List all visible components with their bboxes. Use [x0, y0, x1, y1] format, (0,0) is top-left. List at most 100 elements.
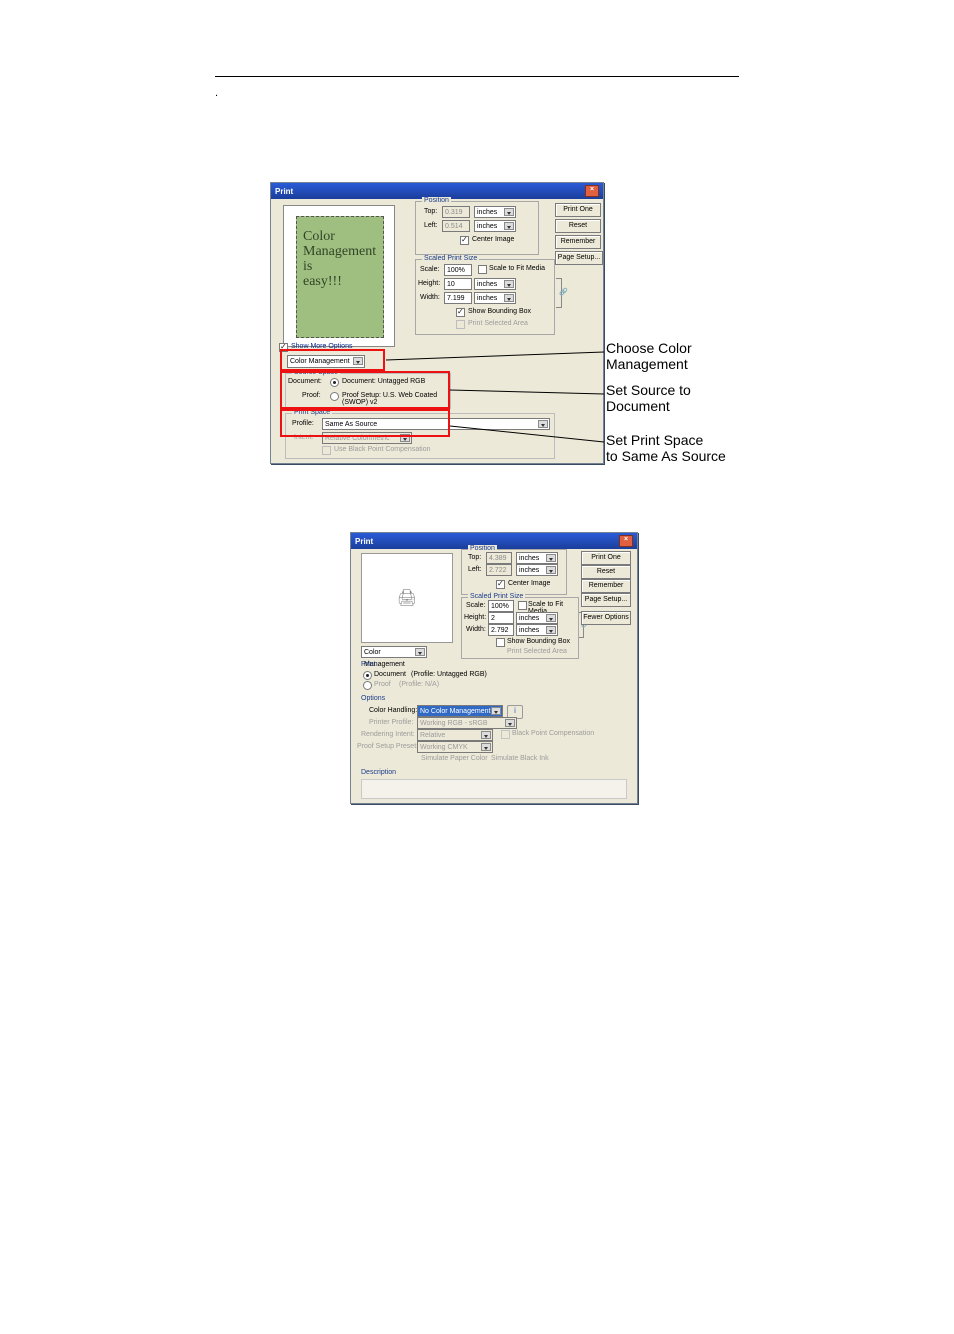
left-field[interactable]: 0.514	[442, 220, 470, 232]
highlight-color-management	[280, 349, 385, 371]
color-handling-label: Color Handling:	[369, 707, 417, 714]
center-image-label: Center Image	[472, 236, 514, 243]
highlight-print-space	[280, 409, 450, 437]
print-one-button[interactable]: Print One	[555, 203, 601, 217]
remember-button[interactable]: Remember	[555, 235, 601, 249]
page-setup-button[interactable]: Page Setup...	[555, 251, 603, 265]
width-field[interactable]: 2.792	[488, 624, 514, 636]
center-image-checkbox[interactable]	[460, 236, 469, 245]
top-label: Top:	[468, 554, 481, 561]
sim-black-label: Simulate Black Ink	[491, 755, 549, 762]
scale-label: Scale:	[466, 602, 485, 609]
color-handling-select[interactable]: No Color Management	[417, 705, 503, 717]
printer-profile-select: Working RGB - sRGB IEC61966-2.1	[417, 717, 517, 729]
reset-button[interactable]: Reset	[581, 565, 631, 579]
options-legend: Options	[361, 695, 385, 702]
height-label: Height:	[464, 614, 486, 621]
proof-setup-select: Working CMYK	[417, 741, 493, 753]
bpc-checkbox	[501, 730, 510, 739]
position-legend: Position	[468, 545, 497, 552]
document-profile: (Profile: Untagged RGB)	[411, 671, 487, 678]
left-label: Left:	[424, 222, 438, 229]
width-field[interactable]: 7.199	[444, 292, 472, 304]
proof-radio[interactable]	[363, 681, 372, 690]
rendering-intent-select: Relative Colorimetric	[417, 729, 493, 741]
left-unit-select[interactable]: inches	[516, 564, 558, 576]
page-subtitle: .	[215, 87, 954, 99]
scaled-legend: Scaled Print Size	[468, 593, 525, 600]
top-label: Top:	[424, 208, 437, 215]
preview-text: Color Management is easy!!!	[303, 229, 376, 289]
width-label: Width:	[466, 626, 486, 633]
print-sel-label: Print Selected Area	[507, 648, 567, 655]
height-label: Height:	[418, 280, 440, 287]
document-radio[interactable]	[363, 671, 372, 680]
close-icon[interactable]: ×	[619, 535, 633, 547]
fewer-options-button[interactable]: Fewer Options	[581, 611, 631, 625]
print-dialog-cs2: Print × 🖨 Position Top: 4.389 inches Lef…	[350, 532, 638, 804]
position-group: Position Top: 0.319 inches Left: 0.514 i…	[415, 201, 539, 255]
rendering-intent-label: Rendering Intent:	[361, 731, 415, 738]
height-field[interactable]: 2	[488, 612, 514, 624]
proof-radio-label: Proof	[374, 681, 391, 688]
height-field[interactable]: 10	[444, 278, 472, 290]
page-setup-button[interactable]: Page Setup...	[581, 593, 631, 607]
print-preview: 🖨	[361, 553, 453, 643]
annotation-set-source: Set Source toDocument	[606, 382, 691, 414]
bpc-checkbox	[322, 446, 331, 455]
print-one-button[interactable]: Print One	[581, 551, 631, 565]
annotation-set-print-space: Set Print Spaceto Same As Source	[606, 432, 726, 464]
top-field[interactable]: 4.389	[486, 552, 512, 564]
show-bb-checkbox[interactable]	[456, 308, 465, 317]
fit-media-checkbox[interactable]	[478, 265, 487, 274]
print-preview: Color Management is easy!!!	[283, 205, 395, 347]
scaled-group: Scaled Print Size Scale: 100% Scale to F…	[415, 259, 555, 335]
position-group: Position Top: 4.389 inches Left: 2.722 i…	[461, 549, 567, 595]
printer-profile-label: Printer Profile:	[369, 719, 413, 726]
close-icon[interactable]: ×	[585, 185, 599, 197]
link-icon[interactable]: 🔗	[559, 288, 568, 296]
top-field[interactable]: 0.319	[442, 206, 470, 218]
figure-1: Print × Color Management is easy!!! Posi…	[270, 182, 740, 482]
scaled-group: Scaled Print Size Scale: 100% Scale to F…	[461, 597, 579, 659]
fit-media-checkbox[interactable]	[518, 601, 527, 610]
section-select[interactable]: Color Management	[361, 646, 427, 658]
height-unit-select[interactable]: inches	[474, 278, 516, 290]
print-legend: Print	[361, 661, 375, 668]
document-radio-label: Document	[374, 671, 406, 678]
dialog-title: Print	[275, 187, 293, 196]
width-label: Width:	[420, 294, 440, 301]
proof-setup-label: Proof Setup Preset:	[357, 743, 418, 750]
show-bb-checkbox[interactable]	[496, 638, 505, 647]
scaled-legend: Scaled Print Size	[422, 255, 479, 262]
show-bb-label: Show Bounding Box	[468, 308, 531, 315]
bpc-label: Black Point Compensation	[512, 730, 594, 737]
reset-button[interactable]: Reset	[555, 219, 601, 233]
width-unit-select[interactable]: inches	[516, 624, 558, 636]
height-unit-select[interactable]: inches	[516, 612, 558, 624]
scale-field[interactable]: 100%	[444, 264, 472, 276]
description-box	[361, 779, 627, 799]
description-label: Description	[361, 769, 396, 776]
scale-field[interactable]: 100%	[488, 600, 514, 612]
left-label: Left:	[468, 566, 482, 573]
left-field[interactable]: 2.722	[486, 564, 512, 576]
fit-media-label: Scale to Fit Media	[489, 265, 545, 272]
left-unit-select[interactable]: inches	[474, 220, 516, 232]
page-header: Xerox Phaser 7750 Evaluation	[215, 52, 739, 77]
highlight-source-space	[280, 371, 450, 409]
center-image-checkbox[interactable]	[496, 580, 505, 589]
remember-button[interactable]: Remember	[581, 579, 631, 593]
top-unit-select[interactable]: inches	[474, 206, 516, 218]
sim-paper-label: Simulate Paper Color	[421, 755, 488, 762]
scale-label: Scale:	[420, 266, 439, 273]
proof-profile: (Profile: N/A)	[399, 681, 439, 688]
width-unit-select[interactable]: inches	[474, 292, 516, 304]
figure-2: Print × 🖨 Position Top: 4.389 inches Lef…	[350, 532, 636, 804]
annotation-choose-cm: Choose ColorManagement	[606, 340, 692, 372]
dialog-title: Print	[355, 537, 373, 546]
position-legend: Position	[422, 197, 451, 204]
bpc-label: Use Black Point Compensation	[334, 446, 431, 453]
print-sel-label: Print Selected Area	[468, 320, 528, 327]
top-unit-select[interactable]: inches	[516, 552, 558, 564]
